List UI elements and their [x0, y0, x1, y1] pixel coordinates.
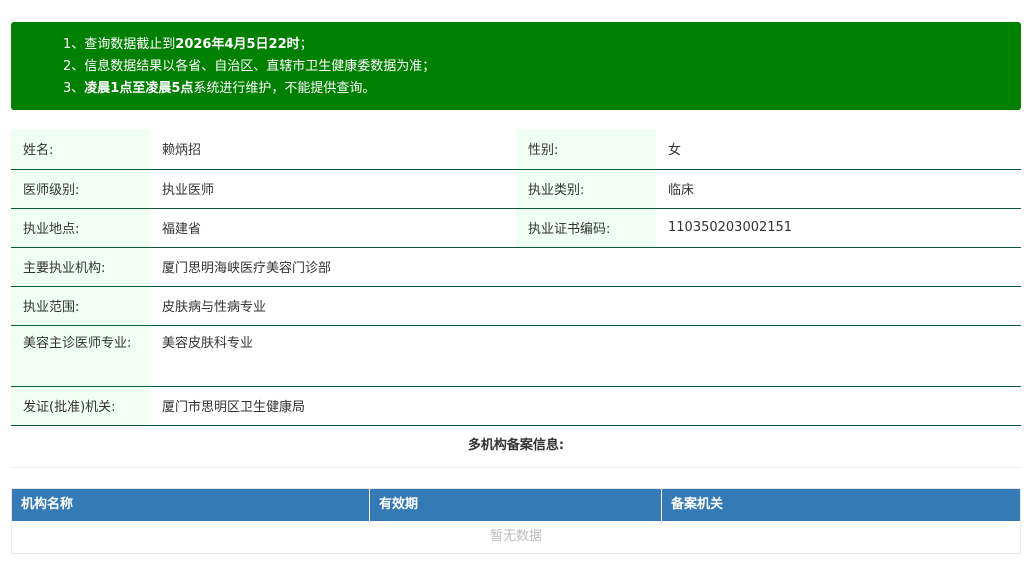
cert-value: 110350203002151 [656, 208, 1021, 248]
name-label: 姓名: [11, 129, 150, 170]
column-header-institution[interactable]: 机构名称 [12, 489, 370, 521]
row-institution: 主要执业机构: 厦门思明海峡医疗美容门诊部 [11, 247, 1021, 287]
row-beauty: 美容主诊医师专业: 美容皮肤科专业 [11, 325, 1021, 387]
location-value: 福建省 [150, 208, 516, 248]
column-header-authority[interactable]: 备案机关 [662, 489, 1020, 521]
notice-line-1: 1、查询数据截止到2026年4月5日22时； [63, 37, 313, 52]
institution-value: 厦门思明海峡医疗美容门诊部 [150, 247, 1021, 287]
column-header-validity[interactable]: 有效期 [370, 489, 662, 521]
beauty-label: 美容主诊医师专业: [11, 325, 150, 387]
category-label: 执业类别: [516, 169, 656, 209]
name-value: 赖炳招 [150, 129, 516, 170]
scope-value: 皮肤病与性病专业 [150, 286, 1021, 326]
registration-table: 机构名称 有效期 备案机关 暂无数据 [11, 488, 1021, 554]
scope-label: 执业范围: [11, 286, 150, 326]
level-label: 医师级别: [11, 169, 150, 209]
row-level-category: 医师级别: 执业医师 执业类别: 临床 [11, 169, 1021, 209]
cert-label: 执业证书编码: [516, 208, 656, 248]
gender-value: 女 [656, 129, 1021, 170]
registration-table-header: 机构名称 有效期 备案机关 [12, 489, 1020, 521]
authority-value: 厦门市思明区卫生健康局 [150, 386, 1021, 426]
gender-label: 性别: [516, 129, 656, 170]
level-value: 执业医师 [150, 169, 516, 209]
row-location-cert: 执业地点: 福建省 执业证书编码: 110350203002151 [11, 208, 1021, 248]
category-value: 临床 [656, 169, 1021, 209]
row-scope: 执业范围: 皮肤病与性病专业 [11, 286, 1021, 326]
row-authority: 发证(批准)机关: 厦门市思明区卫生健康局 [11, 386, 1021, 426]
location-label: 执业地点: [11, 208, 150, 248]
notice-line-3: 3、凌晨1点至凌晨5点系统进行维护，不能提供查询。 [63, 81, 376, 96]
notice-banner: 1、查询数据截止到2026年4月5日22时； 2、信息数据结果以各省、自治区、直… [11, 22, 1021, 110]
authority-label: 发证(批准)机关: [11, 386, 150, 426]
row-name-gender: 姓名: 赖炳招 性别: 女 [11, 129, 1021, 170]
institution-label: 主要执业机构: [11, 247, 150, 287]
empty-data-message: 暂无数据 [489, 529, 542, 544]
notice-line-2: 2、信息数据结果以各省、自治区、直辖市卫生健康委数据为准； [63, 59, 436, 74]
beauty-value: 美容皮肤科专业 [150, 325, 1021, 387]
multi-institution-title: 多机构备案信息: [11, 425, 1021, 468]
doctor-info-table: 姓名: 赖炳招 性别: 女 医师级别: 执业医师 执业类别: 临床 执业地点: … [11, 129, 1021, 426]
